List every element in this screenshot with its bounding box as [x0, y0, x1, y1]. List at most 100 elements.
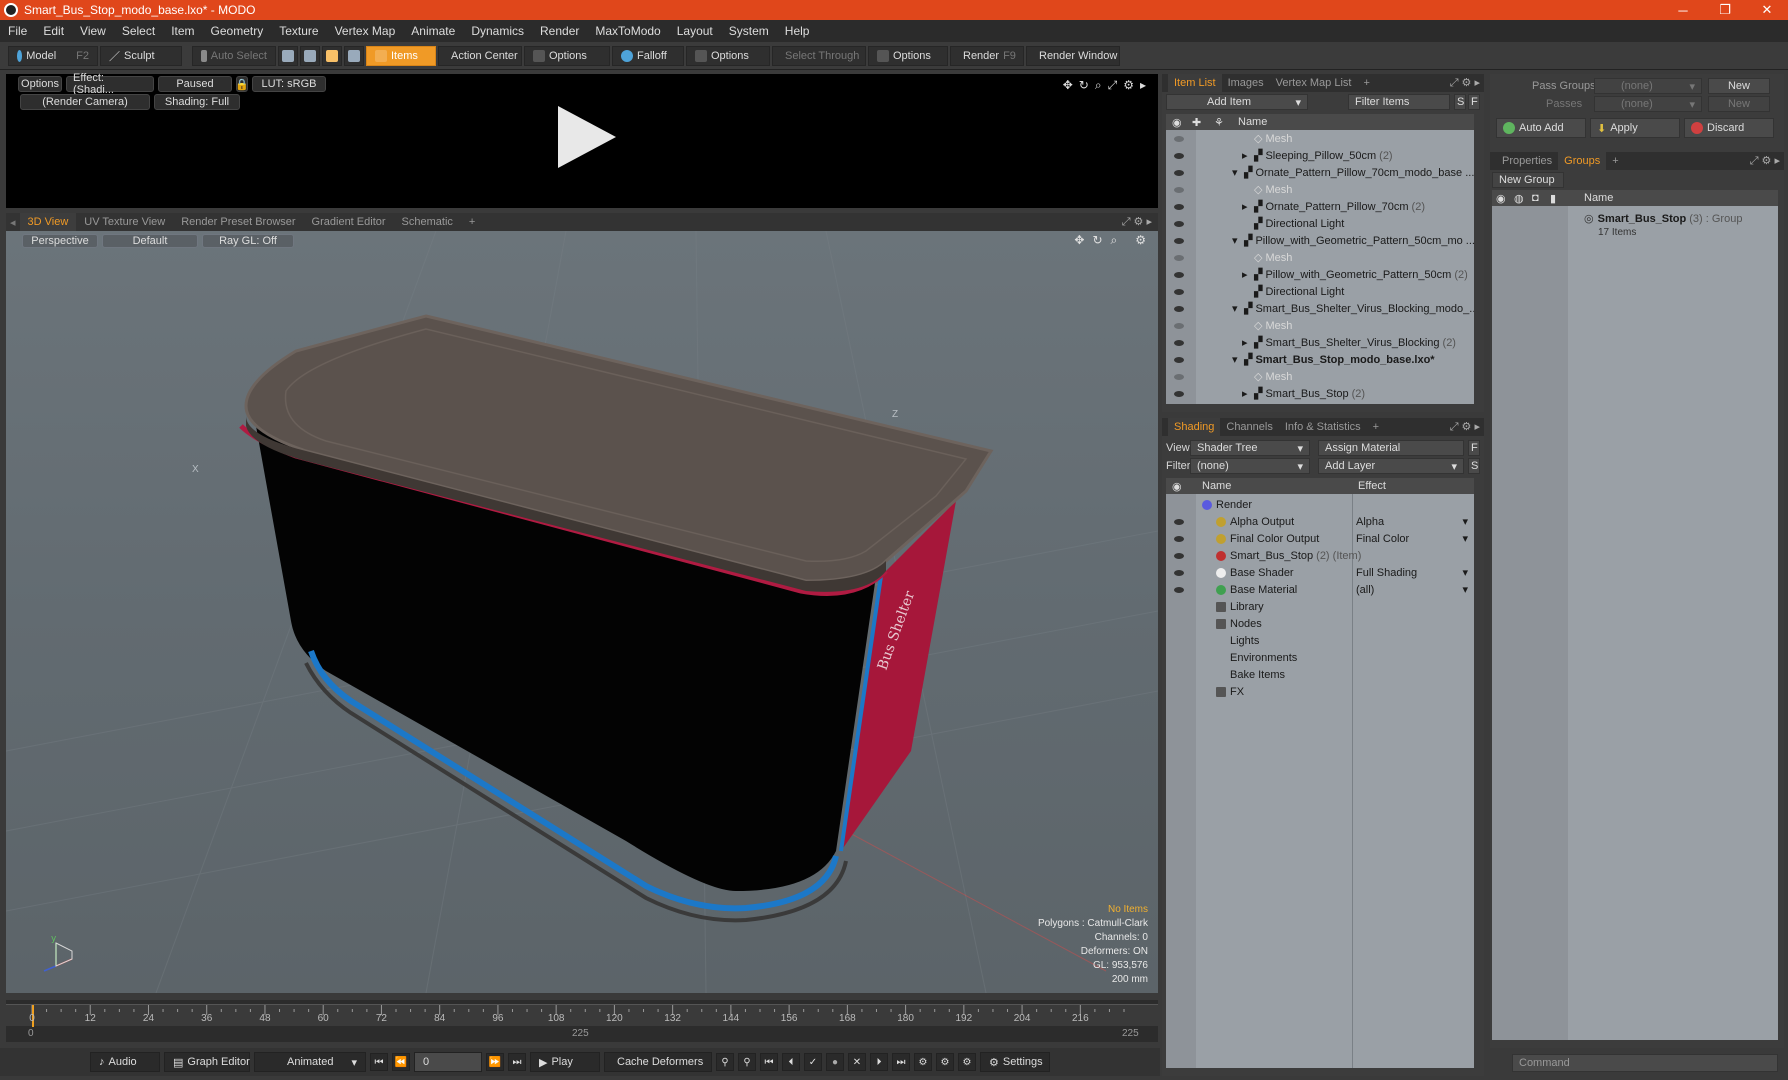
render-column-icon[interactable]: ◍: [1514, 192, 1524, 205]
menu-render[interactable]: Render: [532, 24, 587, 38]
assign-material-button[interactable]: Assign Material: [1318, 440, 1464, 456]
item-list-row[interactable]: ▞ Directional Light: [1242, 283, 1347, 300]
visibility-eye-icon[interactable]: [1174, 289, 1184, 295]
item-list-row[interactable]: ◇ Mesh: [1242, 368, 1295, 385]
minimize-button[interactable]: ─: [1662, 0, 1704, 20]
apply-button[interactable]: ⬇ Apply: [1590, 118, 1680, 138]
set-key-icon[interactable]: ✓: [804, 1053, 822, 1071]
next-key-icon[interactable]: ⏭: [892, 1053, 910, 1071]
expand-arrow-icon[interactable]: ▸: [1242, 149, 1254, 162]
expand-arrow-icon[interactable]: ▸: [1242, 268, 1254, 281]
eye-column-icon[interactable]: ◉: [1496, 192, 1506, 205]
tab-channels[interactable]: Channels: [1220, 418, 1278, 436]
item-list-row[interactable]: ▸ ▞ Smart_Bus_Shelter_Virus_Blocking (2): [1242, 334, 1456, 351]
key-icon[interactable]: ⚲: [716, 1053, 734, 1071]
gear-icon[interactable]: ⚙: [1135, 233, 1146, 248]
tab-item-list[interactable]: Item List: [1168, 74, 1222, 92]
add-tab-button[interactable]: +: [1357, 74, 1375, 92]
key-options-icon[interactable]: ⚙: [958, 1053, 976, 1071]
eye-column-icon[interactable]: ◉: [1172, 116, 1182, 129]
menu-item[interactable]: Item: [163, 24, 202, 38]
select-through-options-button[interactable]: Options: [868, 45, 948, 66]
play-render-icon[interactable]: [558, 106, 616, 168]
items-mode-button[interactable]: Items: [366, 45, 436, 66]
action-center-options-button[interactable]: Options: [524, 45, 610, 66]
select-polygons-button[interactable]: [322, 45, 342, 66]
item-list-row[interactable]: ▾ ▞ Smart_Bus_Stop_modo_base.lxo*: [1232, 351, 1438, 368]
visibility-eye-icon[interactable]: [1174, 170, 1184, 176]
new-group-button[interactable]: New Group: [1492, 172, 1564, 188]
panel-controls-icon[interactable]: ⤢ ⚙ ▸: [1450, 420, 1480, 434]
select-materials-button[interactable]: [344, 45, 364, 66]
item-list-row[interactable]: ◇ Mesh: [1242, 249, 1295, 266]
item-list-row[interactable]: ▾ ▞ Pillow_with_Geometric_Pattern_50cm_mo …: [1232, 232, 1474, 249]
shading-dropdown[interactable]: Shading: Full: [154, 94, 240, 110]
lut-dropdown[interactable]: LUT: sRGB: [252, 76, 326, 92]
tab-properties[interactable]: Properties: [1496, 152, 1558, 170]
menu-geometry[interactable]: Geometry: [203, 24, 272, 38]
go-to-start-icon[interactable]: ⏮: [370, 1053, 388, 1071]
item-list-row[interactable]: ▾ ▞ Smart_Bus_Shelter_Virus_Blocking_modo_…: [1232, 300, 1474, 317]
shader-tree-row[interactable]: Nodes: [1216, 615, 1265, 632]
shader-tree-row[interactable]: Base Material: [1216, 581, 1300, 598]
s-button[interactable]: S: [1468, 458, 1480, 474]
cache-deformers-button[interactable]: Cache Deformers: [604, 1052, 712, 1072]
new-pass-button[interactable]: New: [1708, 96, 1770, 112]
zoom-icon[interactable]: ⌕: [1111, 233, 1118, 248]
step-back-icon[interactable]: ⏪: [392, 1053, 410, 1071]
shader-tree-row[interactable]: Final Color Output: [1216, 530, 1322, 547]
zoom-icon[interactable]: ⌕: [1095, 78, 1102, 93]
tab-gradient-editor[interactable]: Gradient Editor: [304, 213, 394, 231]
viewport-tab-controls[interactable]: ⤢ ⚙ ▸: [1122, 215, 1152, 229]
play-button[interactable]: ▶ Play: [530, 1052, 600, 1072]
auto-add-button[interactable]: Auto Add: [1496, 118, 1586, 138]
falloff-options-button[interactable]: Options: [686, 45, 770, 66]
shader-tree-row[interactable]: Bake Items: [1216, 666, 1288, 683]
dock-handle-icon[interactable]: ◂: [6, 213, 20, 231]
shader-tree-row[interactable]: Environments: [1216, 649, 1300, 666]
lock-column-icon[interactable]: ✚: [1192, 116, 1201, 129]
menu-dynamics[interactable]: Dynamics: [463, 24, 532, 38]
item-list-row[interactable]: ▸ ▞ Pillow_with_Geometric_Pattern_50cm (2): [1242, 266, 1468, 283]
visibility-eye-icon[interactable]: [1174, 153, 1184, 159]
item-list-row[interactable]: ▸ ▞ Sleeping_Pillow_50cm (2): [1242, 147, 1393, 164]
frame-input[interactable]: 0: [414, 1052, 482, 1072]
shader-tree-row[interactable]: Smart_Bus_Stop (2) (Item): [1216, 547, 1361, 564]
step-forward-icon[interactable]: ⏩: [486, 1053, 504, 1071]
key-channels-icon[interactable]: ⚙: [936, 1053, 954, 1071]
expand-arrow-icon[interactable]: ▸: [1242, 387, 1254, 400]
shader-tree[interactable]: ◉ Name Effect Render Alpha Output Alpha ▾ Fi…: [1166, 478, 1474, 1068]
expand-arrow-icon[interactable]: ▾: [1232, 302, 1244, 315]
pan-icon[interactable]: ✥: [1074, 233, 1084, 248]
gear-icon[interactable]: ⚙: [1123, 78, 1134, 93]
add-layer-dropdown[interactable]: Add Layer ▾: [1318, 458, 1464, 474]
select-edges-button[interactable]: [300, 45, 320, 66]
auto-select-button[interactable]: Auto Select: [192, 45, 276, 66]
visibility-eye-icon[interactable]: [1174, 187, 1184, 193]
visibility-eye-icon[interactable]: [1174, 255, 1184, 261]
discard-button[interactable]: Discard: [1684, 118, 1774, 138]
menu-view[interactable]: View: [72, 24, 114, 38]
visibility-eye-icon[interactable]: [1174, 587, 1184, 593]
graph-editor-button[interactable]: ▤ Graph Editor: [164, 1052, 250, 1072]
expand-arrow-icon[interactable]: ▾: [1232, 353, 1244, 366]
f-button[interactable]: F: [1468, 440, 1480, 456]
passes-dropdown[interactable]: (none) ▾: [1594, 96, 1702, 112]
groups-list[interactable]: ◉ ◍ ◘ ▮ Name ◎ Smart_Bus_Stop (3) : Grou…: [1492, 190, 1778, 1040]
effect-dropdown[interactable]: Full Shading ▾: [1356, 564, 1468, 581]
item-list-row[interactable]: ◇ Mesh: [1242, 317, 1295, 334]
item-list-row[interactable]: ◇ Mesh: [1242, 130, 1295, 147]
expand-arrow-icon[interactable]: ▾: [1232, 166, 1244, 179]
add-tab-button[interactable]: +: [1367, 418, 1385, 436]
prev-key-icon[interactable]: ⏮: [760, 1053, 778, 1071]
item-list-row[interactable]: ▸ ▞ Ornate_Pattern_Pillow_70cm (2): [1242, 198, 1425, 215]
render-options-button[interactable]: Options: [18, 76, 62, 92]
tab-uv-texture-view[interactable]: UV Texture View: [76, 213, 173, 231]
render-preview[interactable]: Options Effect: (Shadi... Paused 🔒 LUT: …: [6, 72, 1158, 208]
add-tab-button[interactable]: +: [1606, 152, 1624, 170]
menu-vertex-map[interactable]: Vertex Map: [327, 24, 404, 38]
close-button[interactable]: ✕: [1746, 0, 1788, 20]
shader-tree-row[interactable]: Base Shader: [1216, 564, 1297, 581]
visibility-eye-icon[interactable]: [1174, 136, 1184, 142]
render-effect-dropdown[interactable]: Effect: (Shadi...: [66, 72, 154, 96]
